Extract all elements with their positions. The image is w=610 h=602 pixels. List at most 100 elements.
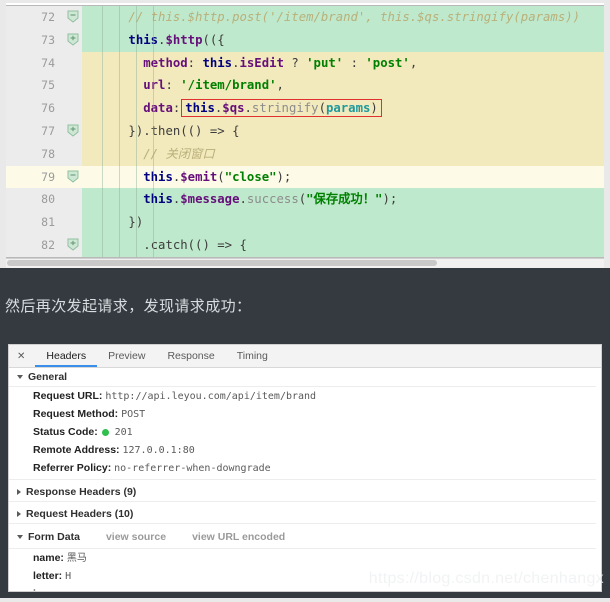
prose-text: 然后再次发起请求，发现请求成功： — [5, 297, 252, 315]
chevron-down-icon[interactable] — [17, 375, 23, 379]
devtools-tab-bar[interactable]: ✕ Headers Preview Response Timing — [9, 345, 601, 368]
tab-response[interactable]: Response — [156, 345, 225, 367]
label-remote-address: Remote Address: — [33, 444, 120, 456]
chevron-right-icon[interactable] — [17, 511, 21, 517]
fold-expand-icon[interactable] — [67, 124, 79, 137]
code-token-punc: : — [172, 101, 181, 116]
line-number-gutter[interactable]: 72737475767778798081828384 — [6, 6, 64, 268]
fold-slot — [64, 120, 82, 143]
code-token-comment: // this.$http.post('/item/brand', this.$… — [128, 10, 581, 24]
code-line[interactable]: this.$emit("close"); — [82, 165, 604, 189]
value-form-name: 黑马 — [66, 553, 87, 564]
fold-slot — [64, 97, 82, 120]
tab-timing[interactable]: Timing — [226, 345, 279, 367]
label-status-code: Status Code: — [33, 426, 98, 438]
code-line[interactable]: // 关闭窗口 — [82, 142, 604, 166]
value-request-url[interactable]: http://api.leyou.com/api/item/brand — [105, 391, 316, 402]
code-token-punc: (({ — [202, 32, 225, 47]
close-icon[interactable]: ✕ — [17, 351, 25, 362]
fold-slot — [64, 188, 82, 211]
code-token-prop: $emit — [180, 169, 218, 184]
code-token-str: "close" — [224, 169, 277, 184]
row-status-code: Status Code: 201 — [9, 423, 601, 441]
code-token-kw: this — [202, 55, 233, 70]
value-status-code: 201 — [114, 427, 133, 438]
line-number: 74 — [41, 55, 55, 70]
row-request-url: Request URL: http://api.leyou.com/api/it… — [9, 387, 601, 405]
code-token-punc: , — [409, 55, 418, 70]
value-request-method: POST — [121, 409, 146, 420]
row-request-method: Request Method: POST — [9, 405, 601, 423]
section-response-headers[interactable]: Response Headers (9) — [9, 483, 601, 502]
view-url-encoded-link[interactable]: view URL encoded — [192, 531, 285, 543]
page-bottom-strip — [0, 598, 610, 602]
code-line[interactable]: .catch(() => { — [82, 233, 604, 257]
code-token-kw: this — [185, 101, 215, 116]
line-number: 72 — [41, 10, 55, 24]
editor-horizontal-scrollbar[interactable] — [6, 258, 604, 268]
line-number: 80 — [41, 192, 55, 207]
code-token-punc: }).then(() => { — [128, 123, 240, 138]
line-number: 77 — [41, 123, 55, 138]
general-rows: Request URL: http://api.leyou.com/api/it… — [9, 387, 601, 477]
fold-expand-icon[interactable] — [67, 238, 79, 251]
code-line[interactable]: method: this.isEdit ? 'put' : 'post', — [82, 51, 604, 75]
line-number: 79 — [6, 165, 64, 189]
code-token-comment: // 关闭窗口 — [143, 146, 215, 161]
value-form-letter: H — [65, 571, 72, 582]
code-token-punc: . — [244, 101, 252, 116]
code-fold-gutter[interactable] — [64, 6, 82, 268]
status-ok-icon — [101, 429, 109, 436]
fold-collapse-icon[interactable] — [67, 170, 79, 183]
fold-slot — [64, 74, 82, 97]
code-token-str: "保存成功！" — [306, 192, 383, 207]
section-general-title: General — [28, 371, 68, 383]
chevron-down-icon[interactable] — [17, 534, 23, 539]
tab-preview[interactable]: Preview — [97, 345, 156, 367]
view-source-link[interactable]: view source — [106, 531, 166, 543]
code-token-punc: ); — [382, 192, 398, 207]
code-token-punc: : — [187, 55, 203, 70]
fold-slot — [64, 234, 82, 257]
row-form-name: name: 黑马 — [9, 549, 601, 567]
code-token-punc: .catch(() => { — [143, 237, 247, 252]
code-token-prop: url — [143, 78, 166, 93]
devtools-network-panel[interactable]: ✕ Headers Preview Response Timing Genera… — [8, 344, 602, 592]
section-form-data[interactable]: Form Data view source view URL encoded — [9, 527, 601, 546]
code-token-punc: . — [239, 192, 247, 207]
fold-expand-icon[interactable] — [67, 33, 79, 46]
line-number: 78 — [41, 146, 55, 161]
devtools-vertical-scrollbar[interactable] — [596, 368, 601, 591]
code-token-kw: this — [143, 169, 173, 184]
code-line[interactable]: // this.$http.post('/item/brand', this.$… — [82, 6, 604, 29]
devtools-headers-body[interactable]: General Request URL: http://api.leyou.co… — [9, 368, 601, 591]
section-request-headers[interactable]: Request Headers (10) — [9, 505, 601, 524]
code-token-prop: isEdit — [239, 55, 284, 70]
fold-collapse-icon[interactable] — [67, 10, 79, 23]
chevron-right-icon[interactable] — [17, 489, 21, 495]
editor-scrollbar-thumb[interactable] — [7, 260, 437, 266]
code-text-area[interactable]: // this.$http.post('/item/brand', this.$… — [82, 6, 604, 257]
code-line[interactable]: this.$http(({ — [82, 28, 604, 52]
code-token-punc: : — [343, 55, 366, 70]
tab-headers[interactable]: Headers — [35, 345, 98, 367]
divider-after-general — [9, 479, 601, 480]
label-form-image: image: — [33, 588, 67, 591]
article-prose-block: 然后再次发起请求，发现请求成功： — [0, 268, 610, 340]
code-line[interactable]: }).then(() => { — [82, 119, 604, 143]
code-line[interactable]: data: this.$qs.stringify(params) — [82, 97, 604, 120]
code-line[interactable]: }) — [82, 211, 604, 234]
label-form-name: name: — [33, 552, 64, 564]
section-general-header[interactable]: General — [9, 368, 601, 387]
code-token-prop: $message — [180, 192, 240, 207]
code-editor[interactable]: 72737475767778798081828384 // this.$http… — [0, 0, 610, 268]
code-line[interactable]: this.$message.success("保存成功！"); — [82, 188, 604, 212]
code-line[interactable]: url: '/item/brand', — [82, 74, 604, 98]
code-token-punc: : — [165, 78, 181, 93]
line-number: 73 — [41, 32, 55, 47]
